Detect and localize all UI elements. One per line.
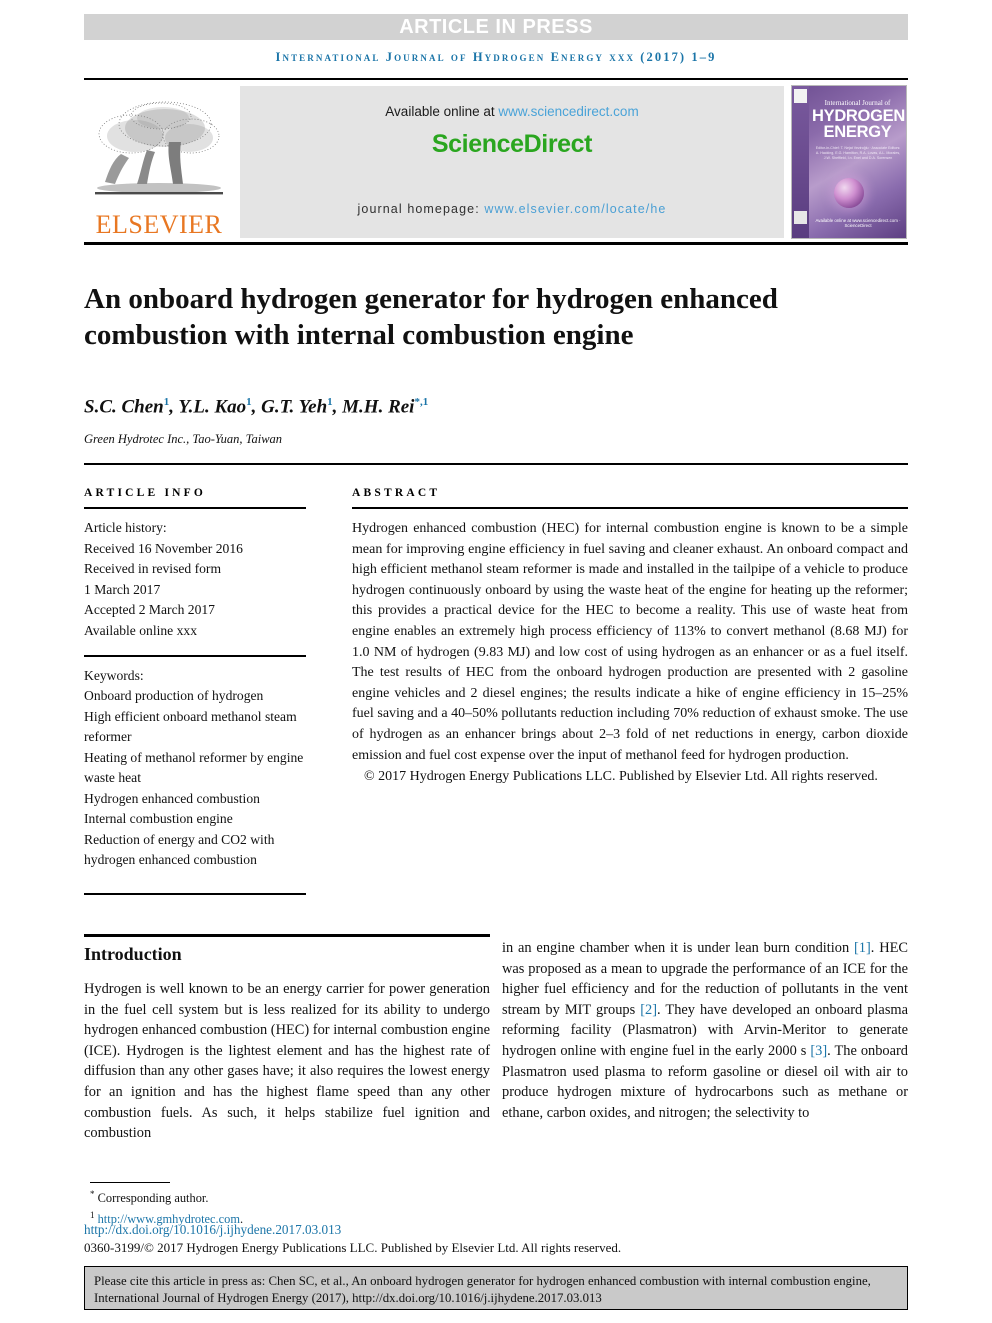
footnote-rule — [90, 1182, 170, 1183]
author-name-1: Y.L. Kao — [178, 396, 247, 418]
introduction-top-rule — [84, 934, 490, 937]
cite-this-article-box: Please cite this article in press as: Ch… — [84, 1266, 908, 1310]
article-history-block: Article history: Received 16 November 20… — [84, 518, 306, 641]
top-rule-divider — [84, 78, 908, 80]
keyword-item: Reduction of energy and CO2 with hydroge… — [84, 831, 275, 868]
issn-copyright-line: 0360-3199/© 2017 Hydrogen Energy Publica… — [84, 1240, 622, 1255]
introduction-paragraph-right: in an engine chamber when it is under le… — [502, 938, 908, 1123]
author-sup-3[interactable]: *,1 — [414, 396, 428, 408]
introduction-heading: Introduction — [84, 944, 182, 964]
article-history-label: Article history: — [84, 520, 167, 535]
elsevier-tree-icon — [95, 101, 223, 195]
keyword-item: High efficient onboard methanol steam re… — [84, 708, 297, 745]
keyword-item: Heating of methanol reformer by engine w… — [84, 749, 304, 786]
keyword-item: Hydrogen enhanced combustion — [84, 790, 260, 806]
author-sup-2[interactable]: 1 — [327, 396, 333, 408]
masthead-bottom-rule — [84, 242, 908, 245]
journal-homepage-label: journal homepage: — [357, 202, 485, 216]
author-name-3: M.H. Rei — [342, 396, 415, 418]
article-info-bottom-rule — [84, 893, 306, 895]
ihe-logo-bottom-icon — [794, 211, 807, 224]
cite-this-article-text: Please cite this article in press as: Ch… — [94, 1274, 871, 1305]
citation-ref-2[interactable]: [2] — [640, 1002, 657, 1018]
author-name-0: S.C. Chen — [84, 396, 164, 418]
abstract-column: ABSTRACT Hydrogen enhanced combustion (H… — [352, 487, 908, 788]
author-sup-1[interactable]: 1 — [246, 396, 252, 408]
elsevier-logo-block: ELSEVIER — [84, 84, 234, 240]
article-history-item: Accepted 2 March 2017 — [84, 602, 215, 617]
abstract-heading: ABSTRACT — [352, 487, 441, 499]
citation-ref-1[interactable]: [1] — [854, 940, 871, 956]
article-info-rule — [84, 507, 306, 509]
elsevier-wordmark: ELSEVIER — [95, 210, 223, 239]
cover-sciencedirect-text: Available online at www.sciencedirect.co… — [815, 218, 901, 228]
cover-orb-graphic — [834, 178, 864, 208]
article-history-item: Received in revised form — [84, 561, 222, 576]
corresponding-author-marker: * — [90, 1189, 95, 1199]
abstract-body: Hydrogen enhanced combustion (HEC) for i… — [352, 521, 908, 763]
cover-editors-text: Editor-in-Chief: T. Nejat Veziroğlu · As… — [815, 146, 901, 160]
introduction-left-column: Introduction Hydrogen is well known to b… — [84, 944, 490, 1144]
keywords-block: Keywords: Onboard production of hydrogen… — [84, 666, 306, 871]
keywords-rule — [84, 655, 306, 657]
article-history-item: 1 March 2017 — [84, 581, 161, 597]
article-history-item: Received 16 November 2016 — [84, 540, 243, 556]
author-sup-0[interactable]: 1 — [164, 396, 170, 408]
introduction-right-column: in an engine chamber when it is under le… — [502, 938, 908, 1123]
journal-homepage-url[interactable]: www.elsevier.com/locate/he — [484, 202, 666, 216]
author-name-2: G.T. Yeh — [261, 396, 328, 418]
introduction-paragraph-left: Hydrogen is well known to be an energy c… — [84, 981, 490, 1142]
keywords-label: Keywords: — [84, 667, 144, 683]
cover-title-line1: HYDROGEN — [812, 107, 905, 125]
abstract-copyright: © 2017 Hydrogen Energy Publications LLC.… — [364, 769, 878, 785]
page-title: An onboard hydrogen generator for hydrog… — [84, 283, 778, 352]
journal-cover-block: International Journal of HYDROGEN ENERGY… — [790, 84, 908, 240]
article-in-press-banner: ARTICLE IN PRESS — [84, 14, 908, 40]
keyword-item: Internal combustion engine — [84, 811, 233, 826]
available-online-line: Available online at www.sciencedirect.co… — [240, 104, 784, 119]
citation-ref-3[interactable]: [3] — [810, 1043, 827, 1059]
info-top-rule — [84, 463, 908, 465]
sciencedirect-url[interactable]: www.sciencedirect.com — [498, 104, 638, 119]
article-history-item: Available online xxx — [84, 622, 197, 638]
article-in-press-label: ARTICLE IN PRESS — [399, 15, 593, 38]
corresponding-author-note: * Corresponding author. — [90, 1186, 590, 1207]
author-affiliation: Green Hydrotec Inc., Tao-Yuan, Taiwan — [84, 432, 283, 446]
available-online-label: Available online at — [385, 104, 499, 119]
author-url-marker: 1 — [90, 1209, 95, 1220]
journal-masthead: ELSEVIER Available online at www.science… — [84, 84, 908, 240]
journal-cover-image: International Journal of HYDROGEN ENERGY… — [791, 85, 907, 239]
cover-title: HYDROGEN ENERGY — [812, 107, 905, 141]
ihe-logo-icon — [794, 89, 807, 103]
author-list: S.C. Chen1, Y.L. Kao1, G.T. Yeh1, M.H. R… — [84, 396, 429, 418]
cover-title-line2: ENERGY — [823, 123, 892, 141]
journal-running-head: International Journal of Hydrogen Energy… — [275, 50, 717, 64]
article-info-heading: ARTICLE INFO — [84, 487, 207, 499]
cover-subtitle: International Journal of — [824, 99, 891, 107]
sciencedirect-banner: Available online at www.sciencedirect.co… — [240, 86, 784, 238]
keyword-item: Onboard production of hydrogen — [84, 688, 264, 703]
abstract-rule — [352, 507, 908, 509]
corresponding-author-text: Corresponding author. — [97, 1191, 209, 1206]
journal-homepage-line: journal homepage: www.elsevier.com/locat… — [240, 202, 784, 216]
article-info-column: ARTICLE INFO Article history: Received 1… — [84, 487, 306, 871]
sciencedirect-logo: ScienceDirect — [431, 130, 593, 158]
doi-link[interactable]: http://dx.doi.org/10.1016/j.ijhydene.201… — [84, 1222, 341, 1238]
intro-text-seg: in an engine chamber when it is under le… — [502, 940, 855, 956]
